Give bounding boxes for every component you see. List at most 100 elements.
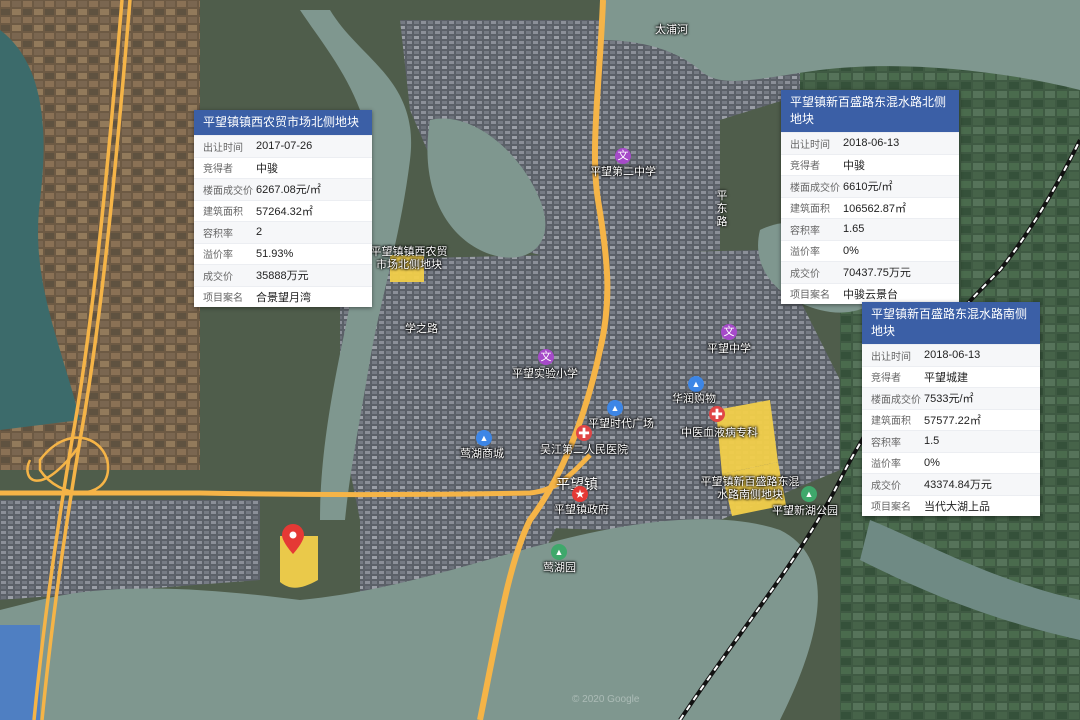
row-key: 成交价 [871, 480, 901, 492]
poi-label[interactable]: 平望镇政府 [554, 504, 609, 517]
poi-label[interactable]: 吴江第二人民医院 [540, 444, 628, 457]
government-star-icon[interactable]: ★ [572, 486, 588, 502]
map-copyright: © 2020 Google [572, 694, 640, 705]
card-row: 项目案名 当代大湖上品 [862, 494, 1040, 517]
row-key: 成交价 [790, 268, 820, 280]
row-value: 106562.87㎡ [843, 202, 906, 215]
row-value: 中骏云景台 [843, 288, 898, 301]
poi-label[interactable]: 平望第二中学 [590, 166, 656, 179]
row-key: 成交价 [203, 271, 233, 283]
row-key: 容积率 [790, 225, 820, 237]
row-key: 出让时间 [790, 139, 830, 151]
card-row: 容积率 2 [194, 221, 372, 243]
row-value: 57577.22㎡ [924, 414, 981, 427]
poi-label[interactable]: 平望中学 [707, 343, 751, 356]
row-key: 溢价率 [871, 459, 901, 471]
location-pin-dot [289, 531, 297, 539]
poi-label[interactable]: 莺湖商城 [460, 448, 504, 461]
card-row: 出让时间 2018-06-13 [862, 344, 1040, 366]
row-key: 项目案名 [871, 502, 911, 514]
card-title: 平望镇新百盛路东混水路北侧地块 [781, 90, 959, 132]
row-value: 57264.32㎡ [256, 205, 313, 218]
card-row: 楼面成交价 6267.08元/㎡ [194, 178, 372, 200]
row-key: 建筑面积 [203, 207, 243, 219]
poi-label[interactable]: 平望新湖公园 [772, 505, 838, 518]
row-value: 6267.08元/㎡ [256, 184, 321, 197]
hospital-icon[interactable]: ✚ [709, 406, 725, 422]
row-value: 43374.84万元 [924, 479, 992, 492]
shopping-icon[interactable]: ▲ [688, 376, 704, 392]
row-key: 出让时间 [871, 351, 911, 363]
row-key: 竞得者 [790, 161, 820, 173]
card-row: 楼面成交价 6610元/㎡ [781, 175, 959, 197]
park-icon[interactable]: ▲ [551, 544, 567, 560]
card-row: 竞得者 中骏 [194, 156, 372, 179]
card-row: 出让时间 2018-06-13 [781, 132, 959, 154]
park-icon[interactable]: ▲ [801, 486, 817, 502]
row-key: 建筑面积 [871, 416, 911, 428]
card-row: 建筑面积 57264.32㎡ [194, 199, 372, 222]
card-row: 成交价 43374.84万元 [862, 473, 1040, 495]
shopping-icon[interactable]: ▲ [476, 430, 492, 446]
hospital-icon[interactable]: ✚ [576, 425, 592, 441]
row-key: 楼面成交价 [871, 394, 921, 406]
row-key: 竞得者 [871, 373, 901, 385]
card-row: 成交价 35888万元 [194, 264, 372, 286]
card-row: 建筑面积 106562.87㎡ [781, 196, 959, 219]
card-row: 竞得者 平望城建 [862, 365, 1040, 388]
row-value: 2017-07-26 [256, 140, 313, 153]
row-value: 6610元/㎡ [843, 181, 893, 194]
row-key: 建筑面积 [790, 204, 830, 216]
row-value: 1.5 [924, 435, 940, 448]
poi-label[interactable]: 平望时代广场 [588, 418, 654, 431]
row-value: 2018-06-13 [843, 137, 900, 150]
row-key: 容积率 [203, 228, 233, 240]
land-info-card[interactable]: 平望镇新百盛路东混水路南侧地块 出让时间 2018-06-13 竞得者 平望城建 楼… [862, 302, 1040, 516]
card-row: 容积率 1.5 [862, 430, 1040, 452]
row-key: 楼面成交价 [203, 185, 253, 197]
school-icon[interactable]: 文 [721, 324, 737, 340]
row-value: 中骏 [843, 159, 865, 172]
plot-label-south: 平望镇新百盛路东混水路南侧地块 [700, 476, 800, 501]
shopping-icon[interactable]: ▲ [607, 400, 623, 416]
card-row: 项目案名 中骏云景台 [781, 282, 959, 305]
row-key: 项目案名 [203, 293, 243, 305]
card-row: 出让时间 2017-07-26 [194, 135, 372, 157]
row-value: 0% [843, 244, 859, 257]
card-row: 建筑面积 57577.22㎡ [862, 408, 1040, 431]
row-value: 合景望月湾 [256, 291, 311, 304]
row-value: 2 [256, 226, 263, 239]
row-value: 当代大湖上品 [924, 500, 990, 513]
poi-label[interactable]: 莺湖园 [543, 562, 576, 575]
row-key: 溢价率 [203, 250, 233, 262]
river-label-taipu: 太浦河 [655, 24, 688, 36]
school-icon[interactable]: 文 [538, 349, 554, 365]
card-row: 楼面成交价 7533元/㎡ [862, 387, 1040, 409]
card-row: 溢价率 0% [862, 451, 1040, 474]
row-value: 平望城建 [924, 371, 968, 384]
road-label-pingdong: 平东路 [716, 190, 728, 228]
row-value: 7533元/㎡ [924, 393, 974, 406]
land-info-card[interactable]: 平望镇新百盛路东混水路北侧地块 出让时间 2018-06-13 竞得者 中骏 楼面成… [781, 90, 959, 304]
poi-label[interactable]: 中医血液病专科 [681, 427, 758, 440]
row-key: 竞得者 [203, 164, 233, 176]
row-key: 出让时间 [203, 142, 243, 154]
card-row: 项目案名 合景望月湾 [194, 285, 372, 308]
poi-label[interactable]: 平望实验小学 [512, 368, 578, 381]
card-row: 溢价率 51.93% [194, 242, 372, 265]
poi-label[interactable]: 华润购物 [672, 393, 716, 406]
card-title: 平望镇镇西农贸市场北侧地块 [194, 110, 372, 135]
row-value: 70437.75万元 [843, 267, 911, 280]
row-value: 2018-06-13 [924, 349, 981, 362]
row-value: 0% [924, 456, 940, 469]
card-row: 溢价率 0% [781, 239, 959, 262]
school-icon[interactable]: 文 [615, 148, 631, 164]
row-key: 溢价率 [790, 247, 820, 259]
road-label-xuezhi: 学之路 [405, 323, 438, 335]
card-row: 容积率 1.65 [781, 218, 959, 240]
row-value: 51.93% [256, 247, 294, 260]
card-row: 竞得者 中骏 [781, 153, 959, 176]
row-key: 楼面成交价 [790, 182, 840, 194]
land-info-card[interactable]: 平望镇镇西农贸市场北侧地块 出让时间 2017-07-26 竞得者 中骏 楼面成交价… [194, 110, 372, 307]
row-key: 容积率 [871, 437, 901, 449]
